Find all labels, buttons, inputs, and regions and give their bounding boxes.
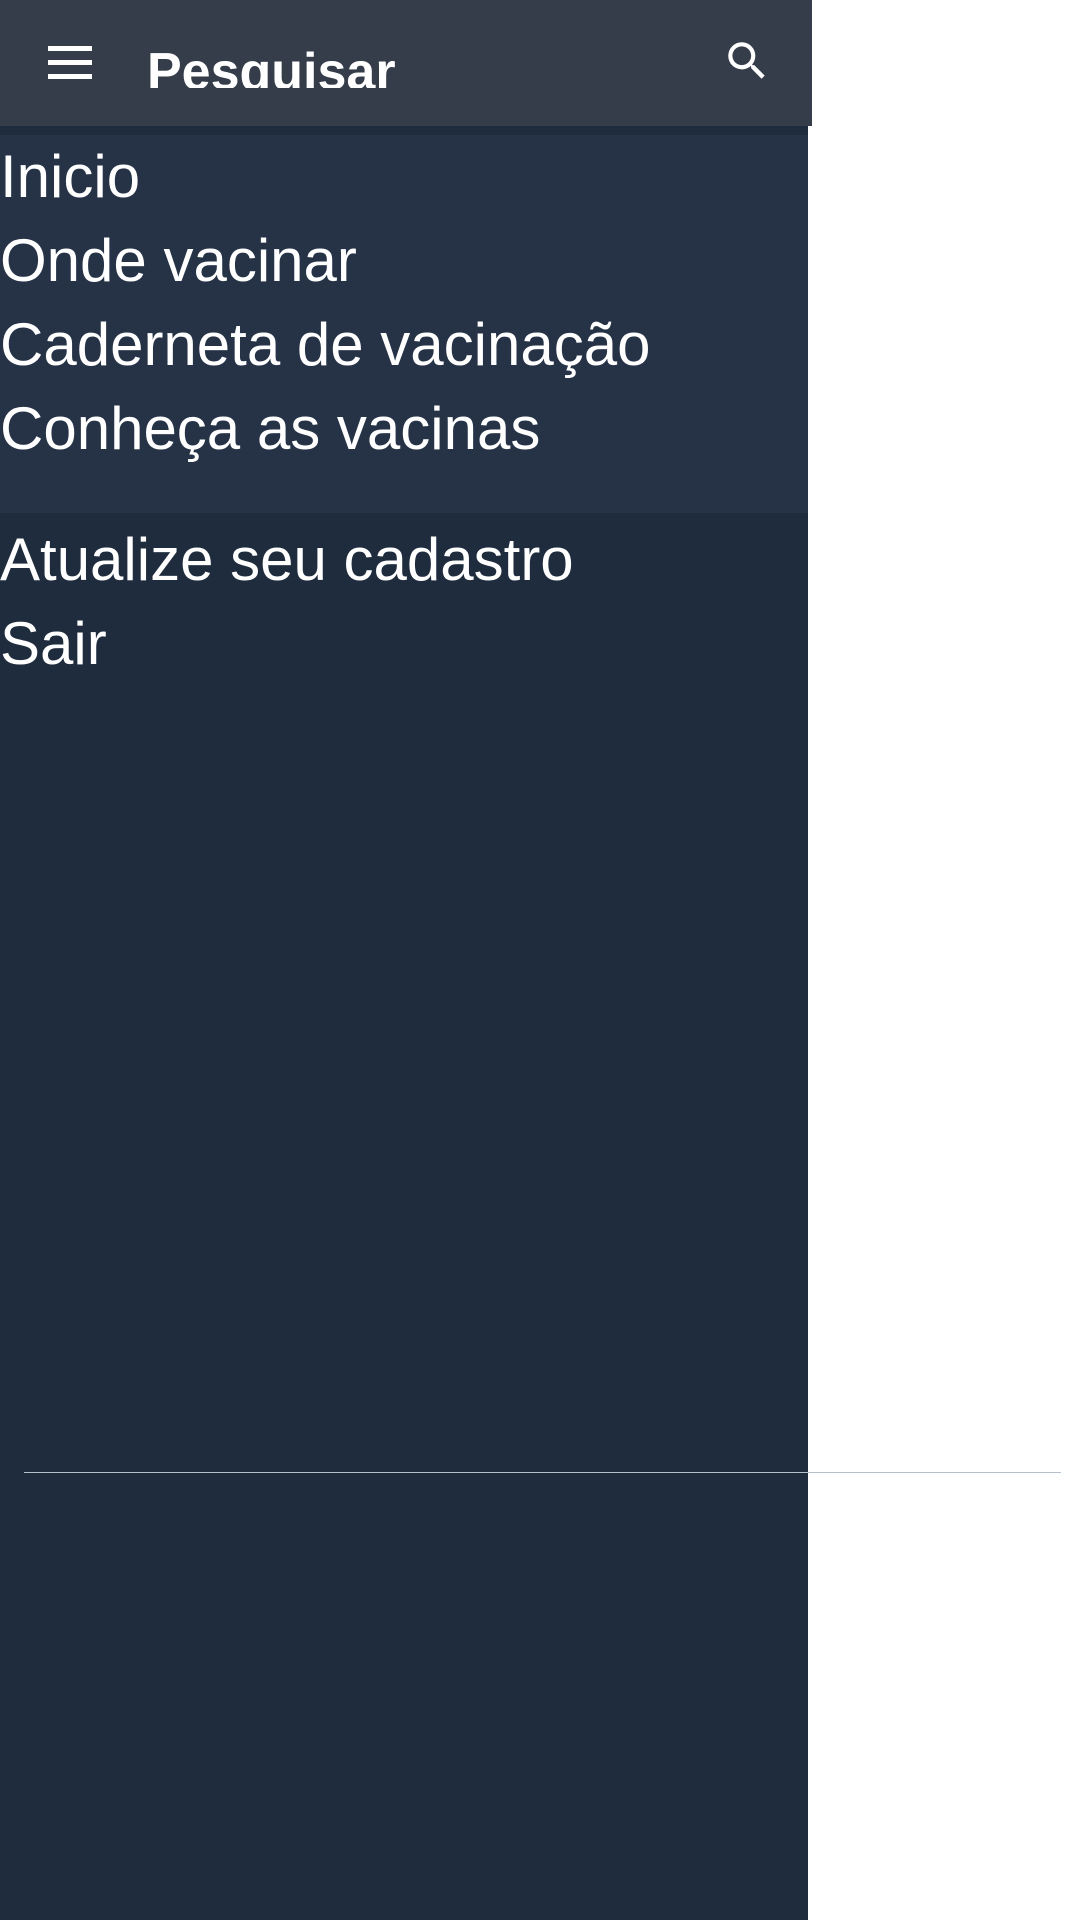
drawer-secondary-group: Atualize seu cadastro Sair	[0, 518, 808, 686]
drawer-item-inicio[interactable]: Inicio	[0, 135, 808, 219]
drawer-item-onde-vacinar[interactable]: Onde vacinar	[0, 219, 808, 303]
drawer-item-atualize-seu-cadastro[interactable]: Atualize seu cadastro	[0, 518, 808, 602]
drawer-item-sair[interactable]: Sair	[0, 602, 808, 686]
drawer-item-caderneta-de-vacinacao[interactable]: Caderneta de vacinação	[0, 303, 808, 387]
top-app-bar: Pesquisar	[0, 0, 812, 126]
drawer-primary-group: Inicio Onde vacinar Caderneta de vacinaç…	[0, 135, 808, 513]
navigation-drawer: Inicio Onde vacinar Caderneta de vacinaç…	[0, 126, 808, 1920]
search-icon[interactable]	[722, 36, 772, 86]
divider-line	[24, 1472, 1061, 1473]
drawer-item-conheca-as-vacinas[interactable]: Conheça as vacinas	[0, 387, 808, 471]
hamburger-menu-icon[interactable]	[46, 44, 98, 84]
app-bar-title: Pesquisar	[147, 43, 396, 88]
screen: Pesquisar Inicio Onde vacinar Caderneta …	[0, 0, 1080, 1920]
